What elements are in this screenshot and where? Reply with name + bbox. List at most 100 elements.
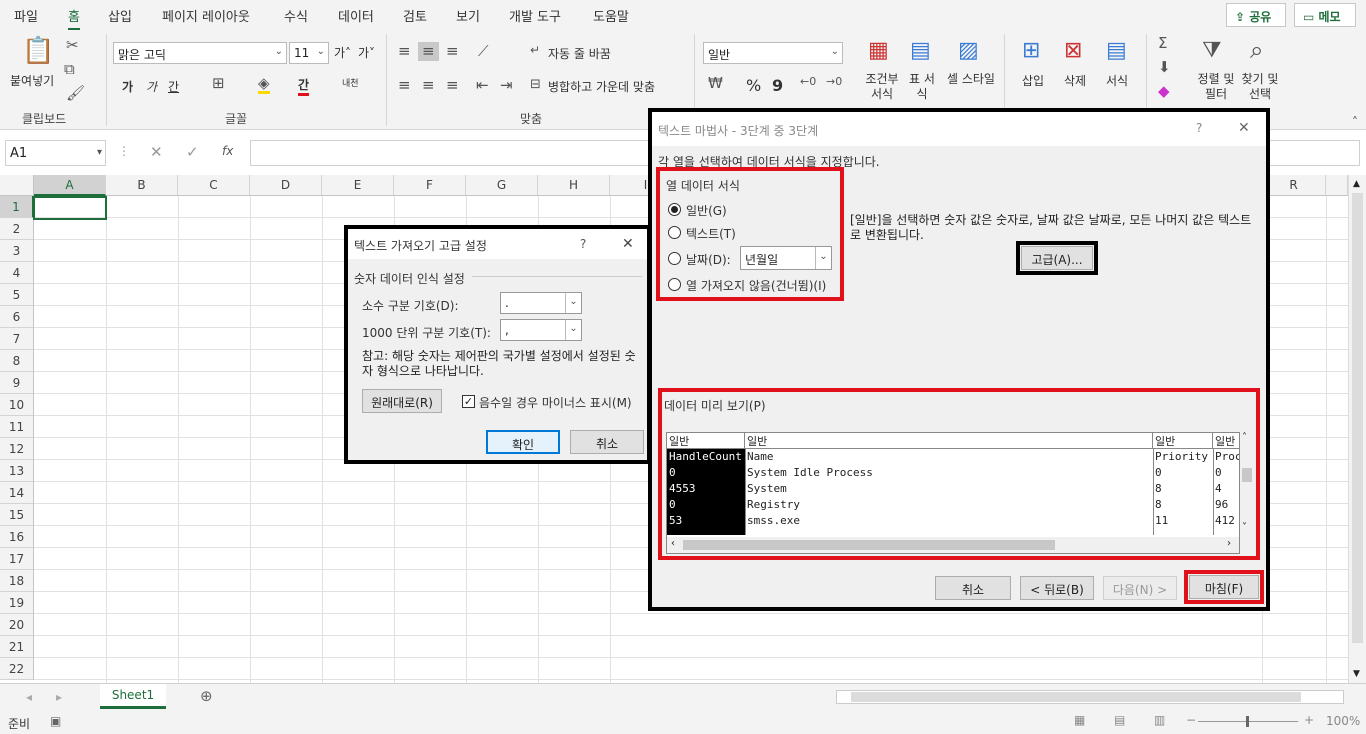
phonetic-button[interactable]: 내천 <box>342 76 359 89</box>
fill-icon[interactable]: ⬇ <box>1158 60 1171 75</box>
format-cells-button[interactable]: 서식 <box>1106 72 1128 89</box>
decrease-indent-icon[interactable]: ⇤ <box>476 78 489 93</box>
column-header[interactable]: D <box>250 175 322 196</box>
column-header[interactable]: F <box>394 175 466 196</box>
row-header[interactable]: 8 <box>0 350 34 372</box>
menu-page-layout[interactable]: 페이지 레이아웃 <box>162 6 250 25</box>
cancel-button[interactable]: 취소 <box>570 430 644 454</box>
normal-view-icon[interactable]: ▦ <box>1074 713 1085 727</box>
menu-home[interactable]: 홈 <box>68 6 80 31</box>
back-button[interactable]: < 뒤로(B) <box>1020 576 1094 600</box>
row-header[interactable]: 16 <box>0 526 34 548</box>
insert-cells-icon[interactable]: ⊞ <box>1022 40 1040 62</box>
row-header[interactable]: 20 <box>0 614 34 636</box>
menu-help[interactable]: 도움말 <box>593 6 629 25</box>
row-header[interactable]: 21 <box>0 636 34 658</box>
close-button[interactable]: ✕ <box>622 236 634 252</box>
next-button[interactable]: 다음(N) > <box>1103 576 1177 600</box>
macro-record-icon[interactable]: ▣ <box>50 714 61 728</box>
zoom-level[interactable]: 100% <box>1326 714 1360 728</box>
row-header[interactable]: 13 <box>0 460 34 482</box>
menu-data[interactable]: 데이터 <box>338 6 374 25</box>
delete-cells-icon[interactable]: ⊠ <box>1064 40 1082 62</box>
row-header[interactable]: 15 <box>0 504 34 526</box>
finish-button[interactable]: 마침(F) <box>1189 575 1259 599</box>
find-select-button[interactable]: 찾기 및 선택 <box>1238 72 1282 102</box>
menu-developer[interactable]: 개발 도구 <box>509 6 561 25</box>
search-icon[interactable]: ⌕ <box>1250 38 1263 62</box>
column-header[interactable]: C <box>178 175 250 196</box>
row-header[interactable]: 19 <box>0 592 34 614</box>
ok-button[interactable]: 확인 <box>486 430 560 454</box>
row-header[interactable]: 11 <box>0 416 34 438</box>
currency-icon[interactable]: ₩ <box>708 76 723 91</box>
row-header[interactable]: 12 <box>0 438 34 460</box>
format-as-table-button[interactable]: 표 서식 <box>904 72 940 102</box>
row-header[interactable]: 18 <box>0 570 34 592</box>
orientation-icon[interactable]: ⟋ <box>478 44 489 59</box>
autosum-icon[interactable]: Σ <box>1158 36 1167 51</box>
increase-indent-icon[interactable]: ⇥ <box>500 78 513 93</box>
decrease-decimal-icon[interactable]: →0 <box>826 76 842 87</box>
collapse-ribbon-icon[interactable]: ˄ <box>1352 116 1358 128</box>
row-header[interactable]: 10 <box>0 394 34 416</box>
cancel-button[interactable]: 취소 <box>935 576 1011 600</box>
row-header[interactable]: 1 <box>0 196 34 218</box>
column-header[interactable]: G <box>466 175 538 196</box>
column-header[interactable]: E <box>322 175 394 196</box>
number-format-select[interactable]: 일반 ⌄ <box>703 42 843 64</box>
help-button[interactable]: ? <box>580 237 586 251</box>
select-all-corner[interactable] <box>0 175 34 196</box>
clear-icon[interactable]: ◆ <box>1158 84 1170 99</box>
shrink-font-button[interactable]: 가˅ <box>358 44 375 61</box>
align-center-icon[interactable]: ≡ <box>422 78 435 93</box>
align-left-icon[interactable]: ≡ <box>398 78 411 93</box>
row-header[interactable]: 2 <box>0 218 34 240</box>
horizontal-scrollbar[interactable] <box>836 690 1344 704</box>
vertical-scrollbar[interactable]: ▲ ▼ <box>1348 175 1366 683</box>
zoom-out-icon[interactable]: − <box>1186 713 1196 727</box>
scroll-down-icon[interactable]: ▼ <box>1353 669 1360 679</box>
cell-styles-icon[interactable]: ▨ <box>958 40 979 62</box>
format-painter-icon[interactable]: 🖌 <box>66 86 85 101</box>
add-sheet-icon[interactable]: ⊕ <box>200 687 213 705</box>
trailing-minus-checkbox[interactable]: ✓ <box>462 395 475 408</box>
sort-filter-button[interactable]: 정렬 및 필터 <box>1194 72 1238 102</box>
italic-button[interactable]: 가 <box>146 78 157 95</box>
column-header[interactable]: A <box>34 175 106 196</box>
active-cell[interactable] <box>33 196 107 220</box>
border-icon[interactable]: ⊞ <box>212 76 225 91</box>
align-right-icon[interactable]: ≡ <box>446 78 459 93</box>
decimal-separator-select[interactable]: . ⌄ <box>500 292 582 314</box>
underline-button[interactable]: 간 <box>168 78 179 95</box>
column-header[interactable]: H <box>538 175 610 196</box>
page-layout-view-icon[interactable]: ▤ <box>1114 713 1125 727</box>
column-header[interactable]: B <box>106 175 178 196</box>
enter-icon[interactable]: ✓ <box>186 143 199 161</box>
trailing-minus-label[interactable]: 음수일 경우 마이너스 표시(M) <box>479 394 632 411</box>
menu-view[interactable]: 보기 <box>456 6 480 25</box>
page-break-view-icon[interactable]: ▥ <box>1154 713 1165 727</box>
close-button[interactable]: ✕ <box>1238 120 1250 136</box>
paste-icon[interactable]: 📋 <box>22 38 54 64</box>
next-sheet-icon[interactable]: ▸ <box>56 690 62 704</box>
name-box[interactable]: A1 ▾ <box>5 140 106 166</box>
row-header[interactable]: 4 <box>0 262 34 284</box>
align-bottom-icon[interactable]: ≡ <box>446 44 459 59</box>
fill-color-icon[interactable]: ◈ <box>258 76 270 94</box>
format-as-table-icon[interactable]: ▤ <box>910 40 931 62</box>
row-header[interactable]: 17 <box>0 548 34 570</box>
memo-button[interactable]: ▭ 메모 <box>1294 3 1356 27</box>
scroll-thumb[interactable] <box>1352 193 1363 643</box>
zoom-in-icon[interactable]: + <box>1304 713 1314 727</box>
row-header[interactable]: 3 <box>0 240 34 262</box>
font-size-select[interactable]: 11 ⌄ <box>289 42 329 64</box>
font-name-select[interactable]: 맑은 고딕 ⌄ <box>113 42 287 64</box>
align-top-icon[interactable]: ≡ <box>398 44 411 59</box>
copy-icon[interactable]: ⧉ <box>64 62 75 77</box>
row-header[interactable]: 5 <box>0 284 34 306</box>
column-header[interactable]: R <box>1262 175 1326 196</box>
format-cells-icon[interactable]: ▤ <box>1106 40 1127 62</box>
merge-center-button[interactable]: 병합하고 가운데 맞춤 <box>548 78 655 95</box>
insert-function-icon[interactable]: fx <box>222 144 233 158</box>
